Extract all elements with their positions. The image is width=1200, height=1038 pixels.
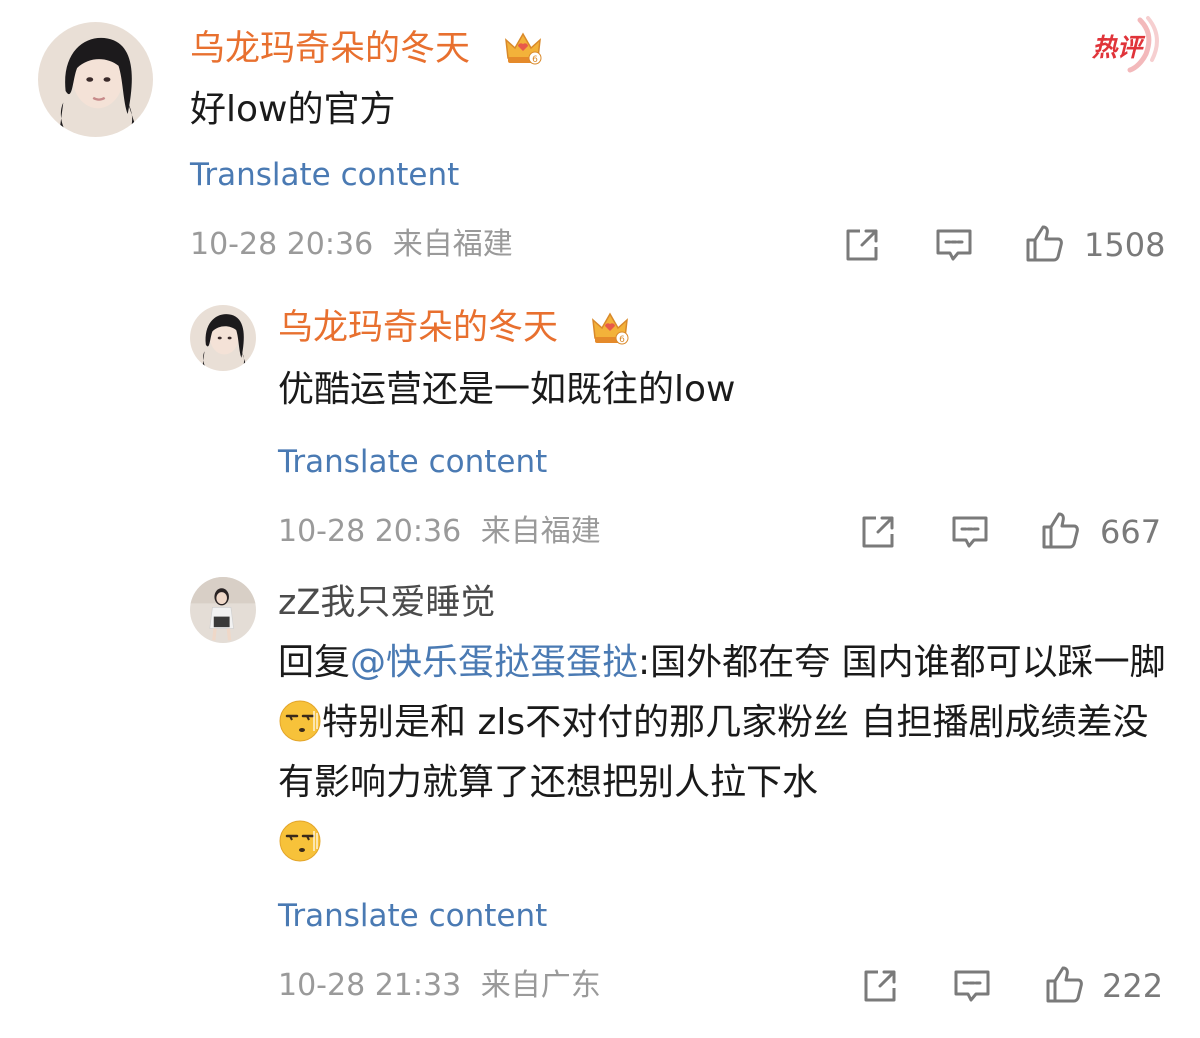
like-icon[interactable]: [1024, 223, 1064, 263]
share-icon[interactable]: [842, 225, 882, 265]
crown-icon: 6: [505, 32, 542, 65]
comment-text: 好low的官方: [190, 89, 396, 130]
like-count: 667: [1100, 513, 1162, 551]
avatar[interactable]: [190, 577, 256, 643]
svg-text:6: 6: [532, 55, 538, 65]
like-count: 1508: [1084, 226, 1166, 264]
comment-username[interactable]: zZ我只爱睡觉: [278, 580, 495, 626]
comment-meta: 10-28 20:36 来自福建: [190, 225, 513, 265]
hot-badge-label: 热评: [1091, 33, 1146, 62]
location: 来自福建: [480, 514, 601, 549]
colon: :: [638, 642, 651, 683]
comment-text: 回复@快乐蛋挞蛋蛋挞:国外都在夸 国内谁都可以踩一脚 特别是和 zls不对付的那…: [278, 633, 1168, 873]
comment-meta: 10-28 20:36 来自福建: [278, 512, 601, 552]
like-icon[interactable]: [1044, 964, 1084, 1004]
share-icon[interactable]: [860, 966, 900, 1006]
timestamp: 10-28 20:36: [190, 227, 374, 262]
hot-comment-badge: 热评: [1086, 14, 1164, 74]
speechless-emoji-icon: [279, 820, 321, 862]
like-icon[interactable]: [1040, 510, 1080, 550]
avatar[interactable]: [38, 22, 153, 137]
timestamp: 10-28 21:33: [278, 968, 462, 1003]
share-icon[interactable]: [858, 512, 898, 552]
reply-prefix: 回复: [278, 642, 351, 683]
like-count: 222: [1102, 967, 1164, 1005]
comment-icon[interactable]: [950, 512, 990, 552]
comment-text: 优酷运营还是一如既往的low: [278, 369, 736, 410]
location: 来自广东: [480, 968, 601, 1003]
comment-text-part2: 特别是和 zls不对付的那几家粉丝 自担播剧成绩差没有影响力就算了还想把别人拉下…: [278, 702, 1149, 803]
comment-icon[interactable]: [952, 966, 992, 1006]
speechless-emoji-icon: [279, 700, 321, 742]
comment-meta: 10-28 21:33 来自广东: [278, 966, 601, 1006]
translate-link[interactable]: Translate content: [278, 896, 547, 936]
translate-link[interactable]: Translate content: [190, 155, 459, 195]
mention-link[interactable]: @快乐蛋挞蛋蛋挞: [350, 642, 638, 683]
timestamp: 10-28 20:36: [278, 514, 462, 549]
location: 来自福建: [392, 227, 513, 262]
crown-icon: 6: [592, 312, 629, 345]
comment-icon[interactable]: [934, 225, 974, 265]
comment-username[interactable]: 乌龙玛奇朵的冬天: [190, 26, 470, 72]
svg-text:6: 6: [619, 335, 625, 345]
comment-username[interactable]: 乌龙玛奇朵的冬天: [278, 305, 558, 351]
avatar[interactable]: [190, 305, 256, 371]
comment-text-part1: 国外都在夸 国内谁都可以踩一脚: [650, 642, 1166, 683]
translate-link[interactable]: Translate content: [278, 442, 547, 482]
